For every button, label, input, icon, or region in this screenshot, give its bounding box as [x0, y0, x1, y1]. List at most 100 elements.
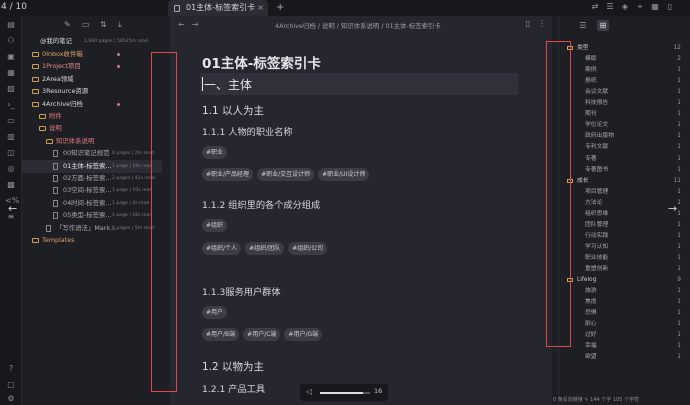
top-right-toolbar: ⇄ ☰ ◈ ⌖ ▦ ▯ — [590, 2, 675, 14]
tag-item[interactable]: 焦虑 1 — [559, 297, 690, 308]
database-icon[interactable]: ▩ — [5, 180, 17, 190]
tag-chip[interactable]: #组织/个人 — [202, 242, 242, 255]
files-icon[interactable]: ▤ — [5, 20, 17, 30]
tag-chip[interactable]: #用户/G端 — [284, 328, 323, 341]
calendar-icon[interactable]: ▦ — [650, 2, 660, 12]
breadcrumb[interactable]: 4Archive归档 / 说明 / 知识体系说明 / 01主体-标签索引卡 — [275, 21, 441, 30]
new-tab-button[interactable]: + — [276, 0, 284, 15]
tag-list-icon[interactable]: ☰ — [577, 20, 589, 31]
tag-tree-icon[interactable]: ⊞ — [597, 20, 609, 31]
tag-chip[interactable]: #职业/产品经理 — [202, 168, 254, 181]
tag-chip[interactable]: #组织 — [202, 219, 228, 232]
more-options-icon[interactable]: ⋮ — [538, 19, 546, 28]
publish-icon[interactable]: ◫ — [5, 148, 17, 158]
reading-view-icon[interactable]: ▯ — [526, 19, 530, 28]
tag-item[interactable]: 欲望 1 — [559, 352, 690, 363]
tag-item[interactable]: 旅游 1 — [559, 286, 690, 297]
tag-item[interactable]: 行动实践 1 — [559, 231, 690, 242]
collapse-all-icon[interactable]: ⤓ — [118, 20, 127, 29]
folder-item[interactable]: 知识体系说明 — [22, 135, 162, 148]
tag-count: 1 — [677, 343, 681, 350]
back-arrow-icon[interactable]: ← — [178, 20, 185, 29]
tag-chip[interactable]: #职业 — [202, 146, 228, 159]
tab-active-note[interactable]: 01主体-标签索引卡 × — [168, 0, 268, 16]
tag-group[interactable]: Lifelog 9 — [559, 275, 690, 286]
forward-arrow-icon[interactable]: → — [192, 20, 199, 29]
tag-item[interactable]: 团队管理 1 — [559, 220, 690, 231]
graph-icon[interactable]: ⚇ — [5, 36, 17, 46]
tag-item[interactable]: 专利文献 1 — [559, 142, 690, 153]
tag-item[interactable]: 会议文献 1 — [559, 87, 690, 98]
file-item[interactable]: 04时间-标签索... 1 page | 4s read — [22, 197, 162, 210]
tag-chip[interactable]: #用户/C端 — [243, 328, 281, 341]
tag-chip[interactable]: #组织/公司 — [288, 242, 328, 255]
folder-item[interactable]: 3Resource资源 — [22, 85, 162, 98]
folder-item[interactable]: 附件 — [22, 110, 162, 123]
tag-item[interactable]: 政府出版物 1 — [559, 131, 690, 142]
outline-icon[interactable]: ☰ — [605, 2, 615, 12]
tag-count: 1 — [677, 299, 681, 306]
tag-chip[interactable]: #用户/B端 — [202, 328, 240, 341]
backlinks-icon[interactable]: ⇄ — [590, 2, 600, 12]
tag-icon[interactable]: ◈ — [620, 2, 630, 12]
sort-icon[interactable]: ⇅ — [100, 20, 109, 29]
pin-icon[interactable]: ⌖ — [635, 2, 645, 12]
previous-image-arrow-icon[interactable]: ← — [8, 202, 17, 215]
file-item[interactable]: 02方面-标签索... 2 pages | 41s read — [22, 172, 162, 185]
folder-item[interactable]: 说明 — [22, 122, 162, 135]
folder-item[interactable]: 0Inbox收件箱 — [22, 48, 162, 61]
tag-item[interactable]: 案例 1 — [559, 65, 690, 76]
tag-item[interactable]: 期刊 1 — [559, 109, 690, 120]
tag-item[interactable]: 科技报告 1 — [559, 98, 690, 109]
file-item[interactable]: 03空间-标签索... 1 page | 10s read — [22, 184, 162, 197]
terminal-icon[interactable]: ›_ — [5, 100, 17, 110]
tag-item[interactable]: 专著图书 1 — [559, 165, 690, 176]
tag-count: 1 — [677, 232, 681, 239]
new-folder-icon[interactable]: ▭ — [82, 20, 91, 29]
file-item[interactable]: 01主体-标签索... 1 page | 19s read — [22, 159, 162, 173]
vault-icon[interactable]: ▢ — [5, 380, 17, 390]
folder-icon — [32, 52, 39, 57]
tag-item[interactable]: 重塑创新 1 — [559, 264, 690, 275]
tag-group[interactable]: 类型 12 — [559, 43, 690, 54]
tag-count: 1 — [677, 310, 681, 317]
tag-count: 12 — [673, 45, 681, 51]
settings-icon[interactable]: ⚙ — [5, 394, 17, 404]
tag-item[interactable]: 幸福 1 — [559, 341, 690, 352]
folder-item[interactable]: 4Archive归档 — [22, 98, 162, 111]
calendar-ribbon-icon[interactable]: ▦ — [5, 68, 17, 78]
tag-item[interactable]: 学习认知 1 — [559, 242, 690, 253]
settings-plugin-icon[interactable]: ◎ — [5, 164, 17, 174]
tag-chip[interactable]: #用户 — [202, 306, 228, 319]
status-bar: 0 条反向链接 ✎ 144 个字 105 个字符 — [553, 397, 639, 403]
next-image-arrow-icon[interactable]: → — [668, 202, 677, 215]
tag-item[interactable]: 项目管理 1 — [559, 187, 690, 198]
tag-item[interactable]: 专著 1 — [559, 154, 690, 165]
template-icon[interactable]: ▧ — [5, 84, 17, 94]
tag-item[interactable]: 报纸 1 — [559, 76, 690, 87]
tag-item[interactable]: 过好 1 — [559, 330, 690, 341]
canvas-icon[interactable]: ▣ — [5, 52, 17, 62]
folder-item[interactable]: 2Area领域 — [22, 73, 162, 86]
tag-item[interactable]: 模版 2 — [559, 54, 690, 65]
tag-chip[interactable]: #组织/团队 — [245, 242, 285, 255]
tag-item[interactable]: 学位论文 1 — [559, 120, 690, 131]
slides-icon[interactable]: ▭ — [5, 116, 17, 126]
file-item[interactable]: 00知识笔记规范 6 pages | 2m read — [22, 147, 162, 160]
tag-item[interactable]: 职业技能 1 — [559, 253, 690, 264]
file-item[interactable]: 「写作语法」Mark... 8 pages | 5m read — [22, 222, 162, 235]
tag-item[interactable]: 恐惧 1 — [559, 308, 690, 319]
kanban-icon[interactable]: ▥ — [5, 132, 17, 142]
new-note-icon[interactable]: ✎ — [64, 20, 73, 29]
folder-item[interactable]: 1Project项目 — [22, 60, 162, 73]
folder-item[interactable]: Templates — [22, 234, 162, 247]
tag-row-users-list: #用户/B端 #用户/C端 #用户/G端 — [202, 328, 323, 341]
tag-chip[interactable]: #职业/UI设计师 — [318, 168, 370, 181]
tab-close-icon[interactable]: × — [257, 0, 264, 16]
file-item[interactable]: 05类型-标签索... 1 page | 16s read — [22, 209, 162, 222]
sidebar-toggle-icon[interactable]: ▯ — [665, 2, 675, 12]
tag-item[interactable]: 耐心 1 — [559, 319, 690, 330]
help-icon[interactable]: ? — [5, 364, 17, 374]
tag-chip[interactable]: #职业/交互设计师 — [257, 168, 315, 181]
tag-group[interactable]: 成长 11 — [559, 176, 690, 187]
